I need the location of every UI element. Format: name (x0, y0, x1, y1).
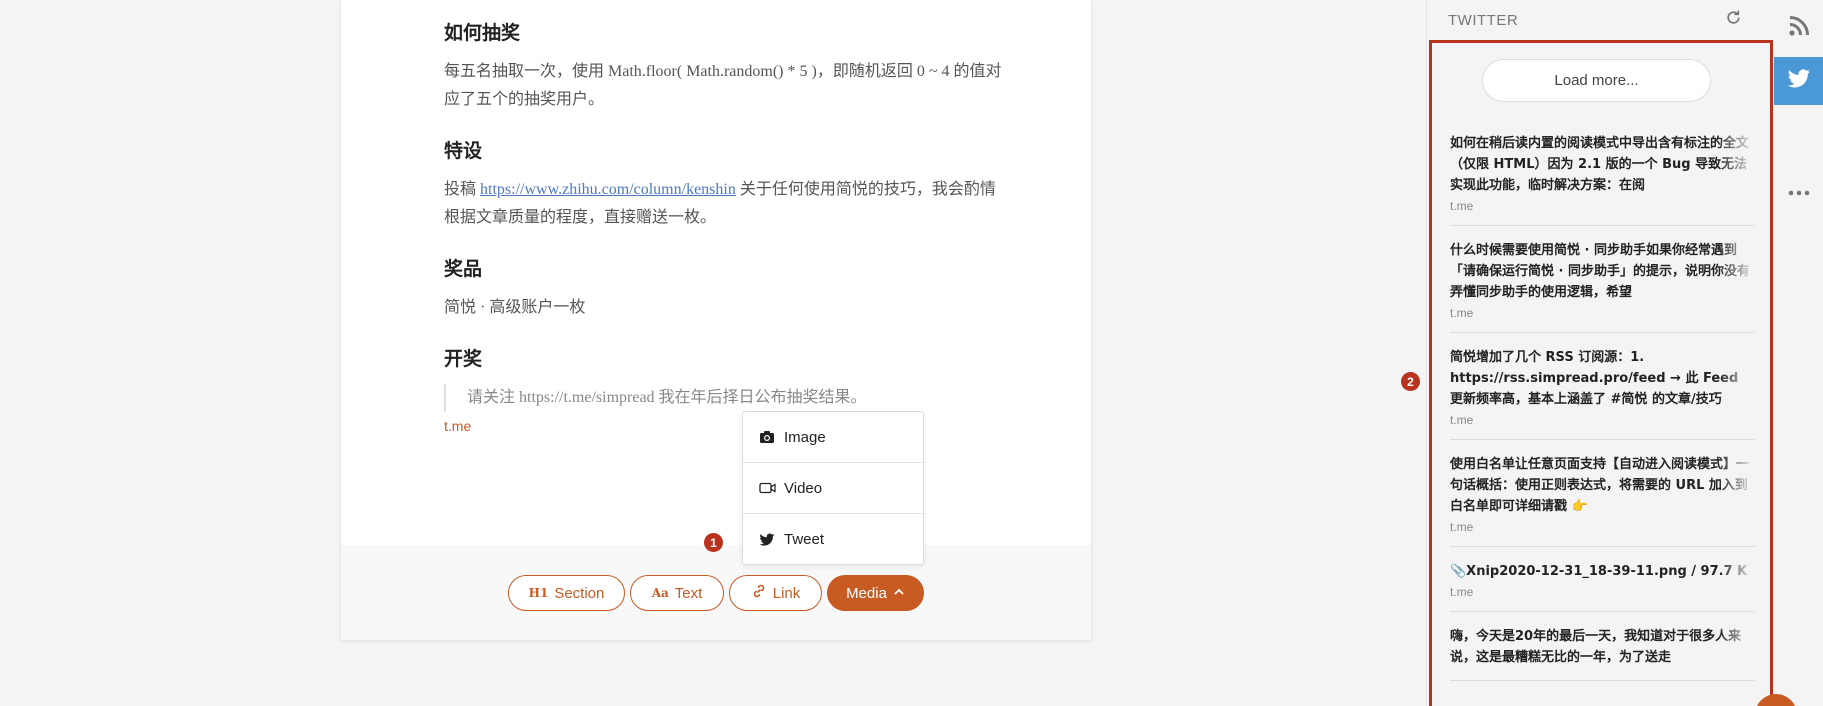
heading-icon: H1 (528, 586, 549, 600)
side-icon-strip (1774, 0, 1823, 706)
tweet-source: t.me (1450, 306, 1474, 320)
tweet-item[interactable]: 简悦增加了几个 RSS 订阅源：1. https://rss.simpread.… (1450, 333, 1755, 440)
media-button[interactable]: Media (827, 575, 924, 611)
section-heading: 如何抽奖 (444, 22, 521, 44)
zhihu-column-link[interactable]: https://www.zhihu.com/column/kenshin (480, 181, 736, 198)
menu-item-image[interactable]: Image (743, 412, 923, 463)
section-button-label: Section (554, 584, 605, 602)
refresh-icon[interactable] (1725, 9, 1742, 31)
section-paragraph: 投稿 https://www.zhihu.com/column/kenshin … (444, 176, 1004, 232)
twitter-icon (1787, 68, 1811, 94)
media-menu: Image Video Tweet (742, 411, 924, 565)
twitter-tab-button[interactable] (1774, 57, 1823, 105)
tweet-text: 什么时候需要使用简悦 · 同步助手如果你经常遇到「请确保运行简悦 · 同步助手」… (1450, 243, 1750, 300)
step-badge-1: 1 (704, 533, 723, 552)
tweet-source: t.me (1450, 585, 1474, 599)
camera-icon (758, 430, 776, 444)
tweet-item[interactable]: 📎Xnip2020-12-31_18-39-11.png / 97.7 K t.… (1450, 547, 1755, 612)
text-button-label: Text (674, 584, 703, 602)
step-badge-2: 2 (1401, 372, 1420, 391)
tweet-feed: Load more... 如何在稍后读内置的阅读模式中导出含有标注的全文（仅限 … (1429, 40, 1773, 706)
more-button[interactable] (1774, 168, 1823, 216)
sidebar-title: TWITTER (1448, 11, 1519, 29)
tweet-text: 使用白名单让任意页面支持【自动进入阅读模式】一句话概括：使用正则表达式，将需要的… (1450, 457, 1750, 514)
tweet-item[interactable]: 什么时候需要使用简悦 · 同步助手如果你经常遇到「请确保运行简悦 · 同步助手」… (1450, 226, 1755, 333)
tweet-text: 如何在稍后读内置的阅读模式中导出含有标注的全文（仅限 HTML）因为 2.1 版… (1450, 136, 1750, 193)
menu-item-label: Image (784, 428, 826, 446)
tweet-list: 如何在稍后读内置的阅读模式中导出含有标注的全文（仅限 HTML）因为 2.1 版… (1432, 119, 1770, 681)
menu-item-video[interactable]: Video (743, 463, 923, 514)
rss-icon (1787, 14, 1811, 43)
tweet-text: 简悦增加了几个 RSS 订阅源：1. https://rss.simpread.… (1450, 350, 1739, 407)
section-button[interactable]: H1 Section (508, 575, 625, 611)
load-more-button[interactable]: Load more... (1482, 59, 1711, 102)
sidebar-header: TWITTER (1427, 0, 1775, 40)
section-paragraph: 简悦 · 高级账户一枚 (444, 299, 586, 316)
tweet-source: t.me (1450, 413, 1474, 427)
tweet-source: t.me (1450, 520, 1474, 534)
menu-item-label: Video (784, 479, 823, 497)
more-dots-icon (1788, 183, 1810, 201)
tweet-item[interactable]: 使用白名单让任意页面支持【自动进入阅读模式】一句话概括：使用正则表达式，将需要的… (1450, 440, 1755, 547)
text-button[interactable]: Aa Text (630, 575, 724, 611)
blockquote: 请关注 https://t.me/simpread 我在年后择日公布抽奖结果。 (444, 384, 1004, 412)
tweet-item[interactable]: 如何在稍后读内置的阅读模式中导出含有标注的全文（仅限 HTML）因为 2.1 版… (1450, 119, 1755, 226)
media-button-label: Media (846, 584, 887, 602)
twitter-sidebar: TWITTER Load more... 如何在稍后读内置的阅读模式中导出含有标… (1426, 0, 1774, 706)
section-heading: 开奖 (444, 348, 483, 370)
twitter-bird-icon (758, 533, 776, 547)
section-heading: 特设 (444, 140, 483, 162)
menu-item-tweet[interactable]: Tweet (743, 514, 923, 565)
text-format-icon: Aa (651, 586, 669, 600)
link-icon (751, 583, 767, 603)
tweet-item[interactable]: 嗨，今天是20年的最后一天，我知道对于很多人来说，这是最糟糕无比的一年，为了送走 (1450, 612, 1755, 681)
chevron-up-icon (893, 585, 905, 602)
section-heading: 奖品 (444, 258, 483, 280)
tweet-text: 嗨，今天是20年的最后一天，我知道对于很多人来说，这是最糟糕无比的一年，为了送走 (1450, 629, 1742, 665)
link-button[interactable]: Link (729, 575, 822, 611)
section-paragraph: 每五名抽取一次，使用 Math.floor( Math.random() * 5… (444, 63, 1002, 108)
article-body: 如何抽奖 每五名抽取一次，使用 Math.floor( Math.random(… (444, 20, 1004, 434)
link-button-label: Link (772, 584, 801, 602)
tweet-source: t.me (1450, 199, 1474, 213)
video-icon (758, 482, 776, 494)
paragraph-text: 投稿 (444, 181, 481, 198)
menu-item-label: Tweet (784, 531, 825, 548)
tweet-text: 📎Xnip2020-12-31_18-39-11.png / 97.7 K (1450, 564, 1748, 579)
rss-button[interactable] (1774, 4, 1823, 52)
